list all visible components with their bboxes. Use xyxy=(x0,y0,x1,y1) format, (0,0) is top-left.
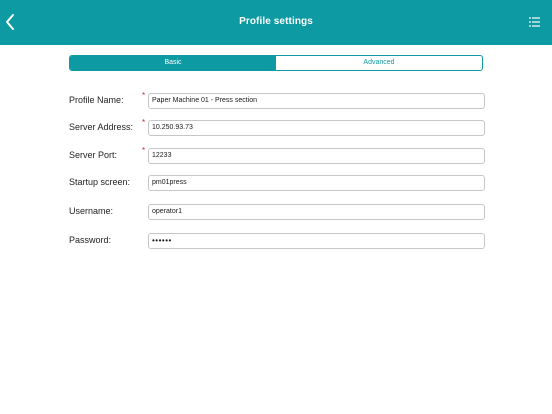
username-field[interactable] xyxy=(148,204,485,220)
server-address-field[interactable] xyxy=(148,120,485,136)
menu-button[interactable] xyxy=(528,15,542,29)
tab-basic[interactable]: Basic xyxy=(70,56,276,70)
page-title: Profile settings xyxy=(239,16,313,27)
list-menu-icon xyxy=(529,17,540,27)
required-marker: * xyxy=(142,146,146,155)
username-label: Username: xyxy=(69,206,114,216)
tab-advanced[interactable]: Advanced xyxy=(276,56,482,70)
password-field[interactable] xyxy=(148,233,485,249)
required-marker: * xyxy=(142,118,146,127)
startup-screen-field[interactable] xyxy=(148,175,485,191)
server-port-label: Server Port: xyxy=(69,150,118,160)
startup-screen-label: Startup screen: xyxy=(69,177,131,187)
profile-name-field[interactable] xyxy=(148,93,485,109)
settings-tabs: Basic Advanced xyxy=(69,55,483,71)
required-marker: * xyxy=(142,91,146,100)
top-bar: Profile settings xyxy=(0,0,552,45)
server-port-field[interactable] xyxy=(148,148,485,164)
server-address-label: Server Address: xyxy=(69,122,134,132)
profile-name-label: Profile Name: xyxy=(69,95,124,105)
password-label: Password: xyxy=(69,235,112,245)
